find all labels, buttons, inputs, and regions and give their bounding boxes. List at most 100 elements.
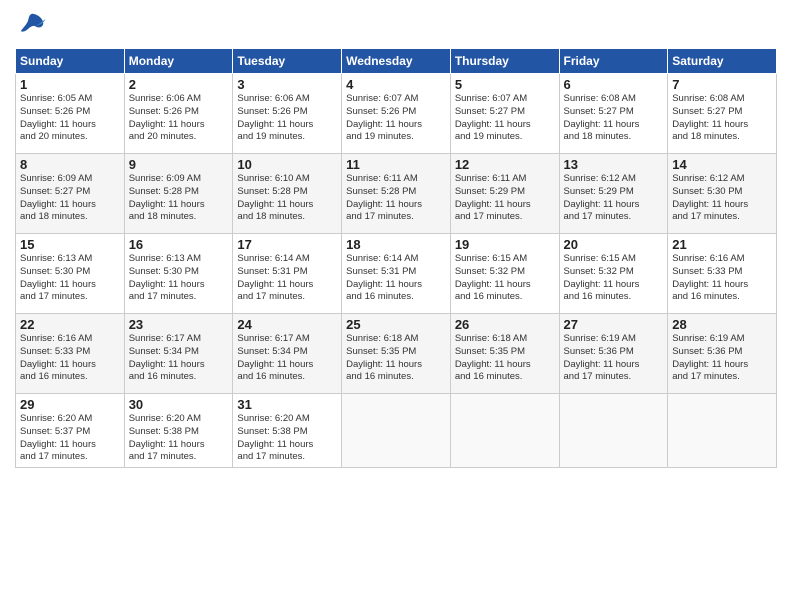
day-info: Sunrise: 6:09 AMSunset: 5:27 PMDaylight:… [20,173,96,222]
table-row: 25Sunrise: 6:18 AMSunset: 5:35 PMDayligh… [342,314,451,394]
table-row: 28Sunrise: 6:19 AMSunset: 5:36 PMDayligh… [668,314,777,394]
table-row: 27Sunrise: 6:19 AMSunset: 5:36 PMDayligh… [559,314,668,394]
day-info: Sunrise: 6:08 AMSunset: 5:27 PMDaylight:… [672,93,748,142]
day-info: Sunrise: 6:16 AMSunset: 5:33 PMDaylight:… [20,333,96,382]
page-container: Sunday Monday Tuesday Wednesday Thursday… [0,0,792,478]
day-number: 31 [237,397,337,412]
day-number: 11 [346,157,446,172]
day-info: Sunrise: 6:17 AMSunset: 5:34 PMDaylight:… [237,333,313,382]
table-row [668,394,777,468]
table-row: 3Sunrise: 6:06 AMSunset: 5:26 PMDaylight… [233,74,342,154]
table-row: 26Sunrise: 6:18 AMSunset: 5:35 PMDayligh… [450,314,559,394]
day-number: 1 [20,77,120,92]
table-row: 23Sunrise: 6:17 AMSunset: 5:34 PMDayligh… [124,314,233,394]
day-info: Sunrise: 6:08 AMSunset: 5:27 PMDaylight:… [564,93,640,142]
table-row: 5Sunrise: 6:07 AMSunset: 5:27 PMDaylight… [450,74,559,154]
day-number: 10 [237,157,337,172]
day-info: Sunrise: 6:15 AMSunset: 5:32 PMDaylight:… [455,253,531,302]
table-row: 16Sunrise: 6:13 AMSunset: 5:30 PMDayligh… [124,234,233,314]
day-info: Sunrise: 6:07 AMSunset: 5:26 PMDaylight:… [346,93,422,142]
day-number: 24 [237,317,337,332]
day-info: Sunrise: 6:20 AMSunset: 5:37 PMDaylight:… [20,413,96,462]
table-row: 31Sunrise: 6:20 AMSunset: 5:38 PMDayligh… [233,394,342,468]
table-row: 10Sunrise: 6:10 AMSunset: 5:28 PMDayligh… [233,154,342,234]
logo-bird-icon [17,10,47,40]
table-row: 1Sunrise: 6:05 AMSunset: 5:26 PMDaylight… [16,74,125,154]
day-info: Sunrise: 6:10 AMSunset: 5:28 PMDaylight:… [237,173,313,222]
day-info: Sunrise: 6:17 AMSunset: 5:34 PMDaylight:… [129,333,205,382]
table-row: 14Sunrise: 6:12 AMSunset: 5:30 PMDayligh… [668,154,777,234]
day-info: Sunrise: 6:12 AMSunset: 5:29 PMDaylight:… [564,173,640,222]
day-number: 4 [346,77,446,92]
table-row: 7Sunrise: 6:08 AMSunset: 5:27 PMDaylight… [668,74,777,154]
day-info: Sunrise: 6:18 AMSunset: 5:35 PMDaylight:… [455,333,531,382]
day-number: 25 [346,317,446,332]
day-number: 18 [346,237,446,252]
table-row: 19Sunrise: 6:15 AMSunset: 5:32 PMDayligh… [450,234,559,314]
col-thursday: Thursday [450,49,559,74]
day-info: Sunrise: 6:14 AMSunset: 5:31 PMDaylight:… [346,253,422,302]
table-row: 8Sunrise: 6:09 AMSunset: 5:27 PMDaylight… [16,154,125,234]
day-number: 23 [129,317,229,332]
day-number: 17 [237,237,337,252]
day-number: 16 [129,237,229,252]
header [15,10,777,40]
calendar-week-4: 22Sunrise: 6:16 AMSunset: 5:33 PMDayligh… [16,314,777,394]
logo [15,10,47,40]
table-row: 17Sunrise: 6:14 AMSunset: 5:31 PMDayligh… [233,234,342,314]
day-info: Sunrise: 6:11 AMSunset: 5:28 PMDaylight:… [346,173,422,222]
day-info: Sunrise: 6:12 AMSunset: 5:30 PMDaylight:… [672,173,748,222]
table-row [450,394,559,468]
table-row: 11Sunrise: 6:11 AMSunset: 5:28 PMDayligh… [342,154,451,234]
day-info: Sunrise: 6:06 AMSunset: 5:26 PMDaylight:… [237,93,313,142]
day-number: 28 [672,317,772,332]
day-info: Sunrise: 6:05 AMSunset: 5:26 PMDaylight:… [20,93,96,142]
col-sunday: Sunday [16,49,125,74]
day-info: Sunrise: 6:20 AMSunset: 5:38 PMDaylight:… [129,413,205,462]
day-number: 29 [20,397,120,412]
table-row [342,394,451,468]
day-info: Sunrise: 6:20 AMSunset: 5:38 PMDaylight:… [237,413,313,462]
calendar-week-2: 8Sunrise: 6:09 AMSunset: 5:27 PMDaylight… [16,154,777,234]
table-row: 18Sunrise: 6:14 AMSunset: 5:31 PMDayligh… [342,234,451,314]
table-row: 22Sunrise: 6:16 AMSunset: 5:33 PMDayligh… [16,314,125,394]
day-number: 6 [564,77,664,92]
table-row: 24Sunrise: 6:17 AMSunset: 5:34 PMDayligh… [233,314,342,394]
calendar-week-5: 29Sunrise: 6:20 AMSunset: 5:37 PMDayligh… [16,394,777,468]
day-info: Sunrise: 6:06 AMSunset: 5:26 PMDaylight:… [129,93,205,142]
table-row: 4Sunrise: 6:07 AMSunset: 5:26 PMDaylight… [342,74,451,154]
day-number: 19 [455,237,555,252]
day-number: 14 [672,157,772,172]
day-number: 13 [564,157,664,172]
day-number: 30 [129,397,229,412]
day-info: Sunrise: 6:07 AMSunset: 5:27 PMDaylight:… [455,93,531,142]
day-number: 22 [20,317,120,332]
col-friday: Friday [559,49,668,74]
table-row: 21Sunrise: 6:16 AMSunset: 5:33 PMDayligh… [668,234,777,314]
day-info: Sunrise: 6:15 AMSunset: 5:32 PMDaylight:… [564,253,640,302]
col-wednesday: Wednesday [342,49,451,74]
day-number: 26 [455,317,555,332]
day-info: Sunrise: 6:09 AMSunset: 5:28 PMDaylight:… [129,173,205,222]
table-row: 9Sunrise: 6:09 AMSunset: 5:28 PMDaylight… [124,154,233,234]
table-row [559,394,668,468]
calendar-table: Sunday Monday Tuesday Wednesday Thursday… [15,48,777,468]
table-row: 20Sunrise: 6:15 AMSunset: 5:32 PMDayligh… [559,234,668,314]
table-row: 30Sunrise: 6:20 AMSunset: 5:38 PMDayligh… [124,394,233,468]
day-info: Sunrise: 6:16 AMSunset: 5:33 PMDaylight:… [672,253,748,302]
day-number: 21 [672,237,772,252]
day-number: 3 [237,77,337,92]
day-number: 2 [129,77,229,92]
day-info: Sunrise: 6:19 AMSunset: 5:36 PMDaylight:… [672,333,748,382]
day-number: 20 [564,237,664,252]
col-tuesday: Tuesday [233,49,342,74]
calendar-header-row: Sunday Monday Tuesday Wednesday Thursday… [16,49,777,74]
day-number: 9 [129,157,229,172]
day-info: Sunrise: 6:11 AMSunset: 5:29 PMDaylight:… [455,173,531,222]
table-row: 2Sunrise: 6:06 AMSunset: 5:26 PMDaylight… [124,74,233,154]
table-row: 13Sunrise: 6:12 AMSunset: 5:29 PMDayligh… [559,154,668,234]
day-number: 7 [672,77,772,92]
day-info: Sunrise: 6:19 AMSunset: 5:36 PMDaylight:… [564,333,640,382]
day-info: Sunrise: 6:13 AMSunset: 5:30 PMDaylight:… [129,253,205,302]
day-number: 15 [20,237,120,252]
